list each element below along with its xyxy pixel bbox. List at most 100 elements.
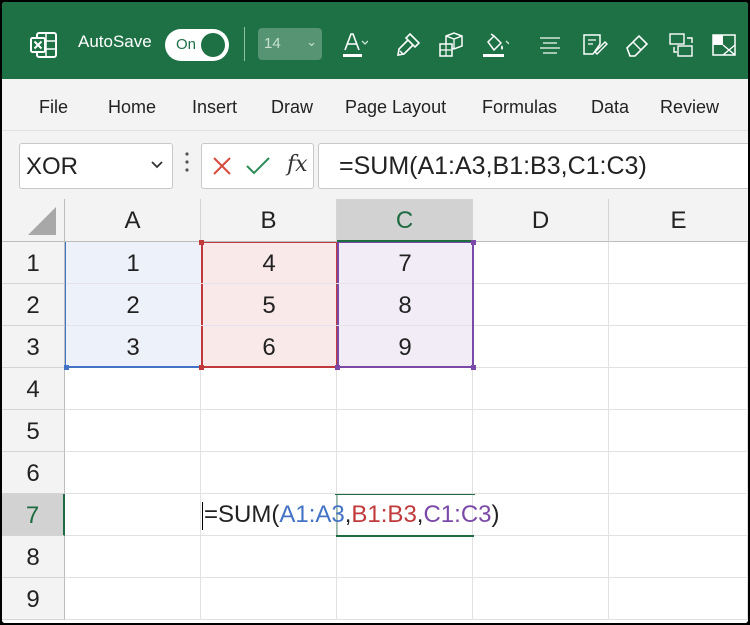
grid-cell[interactable] [473, 242, 609, 284]
row-header-2[interactable]: 2 [2, 284, 65, 326]
chevron-down-icon: ⌄ [306, 34, 317, 49]
column-header-d[interactable]: D [473, 199, 609, 242]
row-header-6[interactable]: 6 [2, 452, 65, 494]
column-header-a[interactable]: A [65, 199, 201, 242]
grid-cell[interactable] [609, 452, 748, 494]
grid-cell[interactable] [473, 326, 609, 368]
grid-cell[interactable] [201, 536, 337, 578]
convert-icon[interactable] [666, 30, 696, 60]
grid-cell[interactable] [609, 284, 748, 326]
format-painter-icon[interactable] [394, 30, 424, 60]
cell-a3[interactable]: 3 [65, 326, 201, 368]
align-icon[interactable] [535, 30, 565, 60]
formula-text: =SUM(A1:A3,B1:B3,C1:C3) [339, 152, 647, 180]
cell-b1[interactable]: 4 [201, 242, 337, 284]
title-bar: AutoSave On 14 ⌄ [2, 2, 748, 79]
grid-cell[interactable] [473, 410, 609, 452]
grid-cell[interactable] [473, 368, 609, 410]
tab-review[interactable]: Review [660, 97, 719, 118]
chevron-down-icon[interactable] [150, 157, 164, 171]
grid-cell[interactable] [337, 368, 473, 410]
grid-cell[interactable] [201, 410, 337, 452]
row-header-7[interactable]: 7 [2, 494, 65, 536]
formula-ref-c: C1:C3 [423, 501, 492, 528]
toolbar-divider [244, 27, 245, 61]
tab-formulas[interactable]: Formulas [482, 97, 557, 118]
grid-cell[interactable] [65, 494, 201, 536]
cell-a2[interactable]: 2 [65, 284, 201, 326]
autosave-toggle[interactable]: On [165, 29, 229, 61]
enter-icon[interactable] [245, 155, 271, 177]
tab-page-layout[interactable]: Page Layout [345, 97, 446, 118]
cell-b3[interactable]: 6 [201, 326, 337, 368]
grid-cell[interactable] [65, 410, 201, 452]
formula-ref-a: A1:A3 [279, 501, 345, 528]
cell-a1[interactable]: 1 [65, 242, 201, 284]
grid-cell[interactable] [609, 410, 748, 452]
eraser-icon[interactable] [622, 30, 652, 60]
insert-function-icon[interactable]: fx [287, 152, 308, 177]
column-header-b[interactable]: B [201, 199, 337, 242]
formula-ref-b: B1:B3 [351, 501, 417, 528]
row-header-5[interactable]: 5 [2, 410, 65, 452]
grid-cell[interactable] [337, 410, 473, 452]
grid-cell[interactable] [473, 578, 609, 620]
formula-input[interactable]: =SUM(A1:A3,B1:B3,C1:C3) [318, 143, 748, 189]
select-all-corner[interactable] [2, 199, 65, 242]
grid-cell[interactable] [473, 284, 609, 326]
drag-handle-icon[interactable] [183, 149, 191, 179]
tab-data[interactable]: Data [591, 97, 629, 118]
cell-c2[interactable]: 8 [337, 284, 473, 326]
grid-cell[interactable] [609, 242, 748, 284]
formula-bar: XOR fx =SUM(A1:A3,B1:B3,C1:C3) [2, 131, 748, 199]
autosave-label: AutoSave [78, 32, 152, 51]
name-box[interactable]: XOR [19, 143, 173, 189]
formula-buttons: fx [201, 143, 314, 189]
cell-c1[interactable]: 7 [337, 242, 473, 284]
tab-home[interactable]: Home [108, 97, 156, 118]
worksheet-grid: A B C D E 1 2 3 4 5 6 7 8 9 1 2 3 4 5 6 … [2, 199, 748, 623]
font-size-value: 14 [264, 35, 281, 52]
tab-draw[interactable]: Draw [271, 97, 313, 118]
tab-file[interactable]: File [39, 97, 68, 118]
column-header-c[interactable]: C [337, 199, 473, 242]
grid-cell[interactable] [609, 536, 748, 578]
grid-cell[interactable] [609, 368, 748, 410]
grid-cell[interactable] [65, 578, 201, 620]
grid-cell[interactable] [65, 536, 201, 578]
row-header-9[interactable]: 9 [2, 578, 65, 620]
grid-cell[interactable] [337, 536, 473, 578]
cell-b2[interactable]: 5 [201, 284, 337, 326]
grid-cell[interactable] [473, 536, 609, 578]
sheet-icon[interactable] [710, 30, 740, 60]
tab-insert[interactable]: Insert [192, 97, 237, 118]
ribbon-tabs: File Home Insert Draw Page Layout Formul… [2, 79, 748, 131]
clear-format-icon[interactable] [579, 30, 609, 60]
cell-c3[interactable]: 9 [337, 326, 473, 368]
autosave-state: On [176, 36, 197, 53]
font-color-icon[interactable] [338, 30, 368, 60]
grid-cell[interactable] [473, 452, 609, 494]
cancel-icon[interactable] [211, 155, 233, 177]
row-header-3[interactable]: 3 [2, 326, 65, 368]
grid-cell[interactable] [609, 326, 748, 368]
column-header-e[interactable]: E [609, 199, 748, 242]
fill-color-icon[interactable] [479, 30, 509, 60]
grid-cell[interactable] [65, 368, 201, 410]
grid-cell[interactable] [609, 494, 748, 536]
active-cell-border [335, 494, 475, 495]
grid-cell[interactable] [65, 452, 201, 494]
grid-cell[interactable] [337, 452, 473, 494]
grid-cell[interactable] [201, 368, 337, 410]
grid-cell[interactable] [609, 578, 748, 620]
excel-logo-icon[interactable] [28, 29, 60, 61]
row-header-8[interactable]: 8 [2, 536, 65, 578]
grid-cell[interactable] [201, 578, 337, 620]
row-header-1[interactable]: 1 [2, 242, 65, 284]
grid-cell[interactable] [201, 452, 337, 494]
grid-cell[interactable] [337, 578, 473, 620]
copy-format-icon[interactable] [436, 30, 466, 60]
row-header-4[interactable]: 4 [2, 368, 65, 410]
font-size-dropdown[interactable]: 14 ⌄ [258, 28, 322, 60]
cell-b7-editor[interactable]: =SUM(A1:A3,B1:B3,C1:C3) [202, 501, 500, 530]
